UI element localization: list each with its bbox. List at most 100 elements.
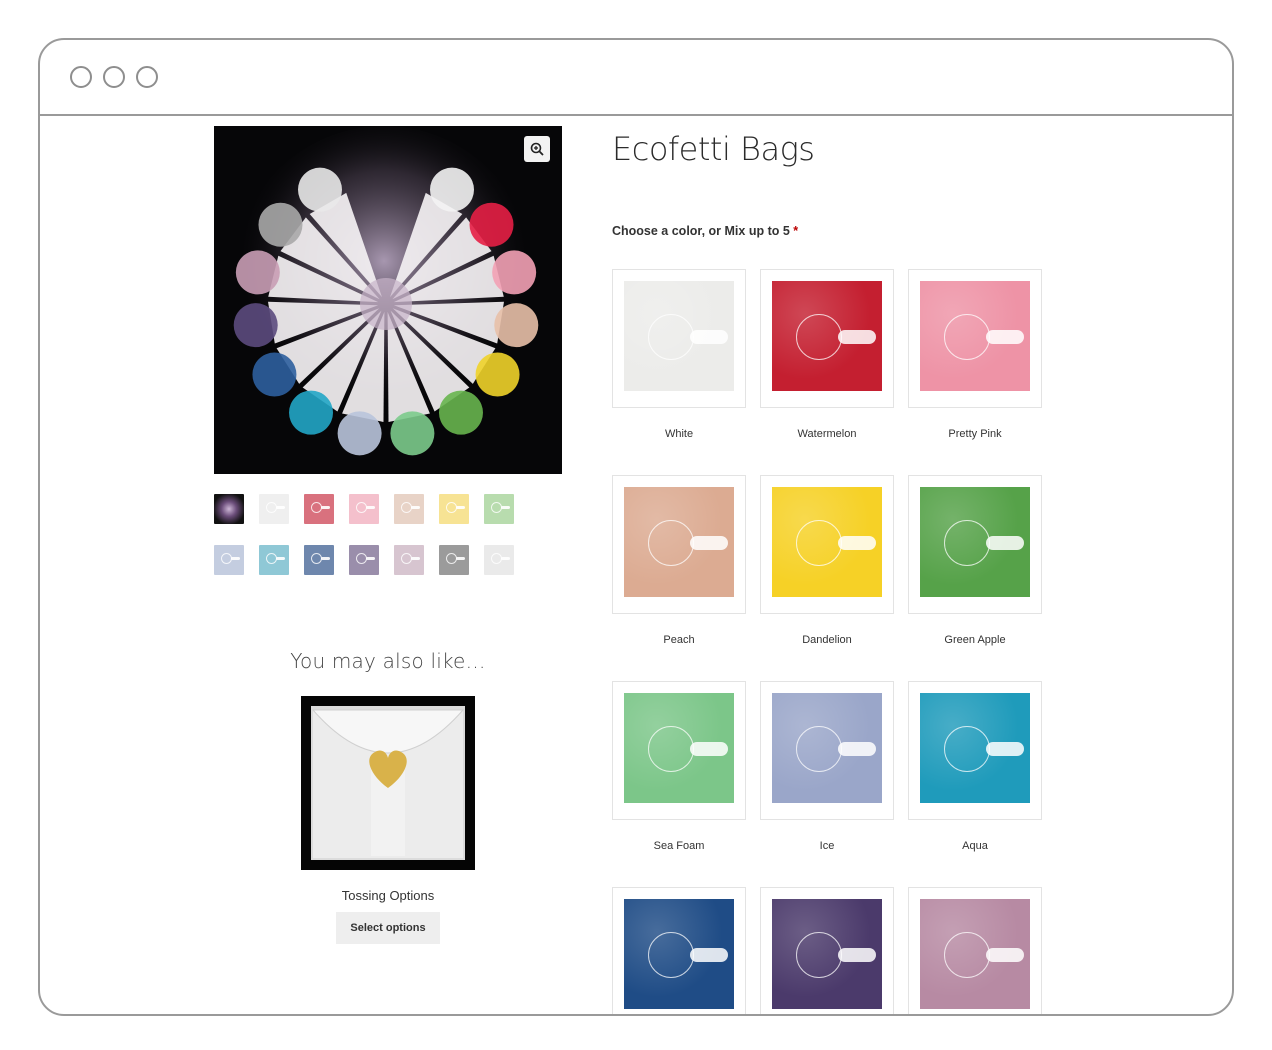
scoop-icon: [648, 726, 694, 772]
swatch-image: [772, 899, 882, 1009]
scoop-handle-icon: [690, 536, 728, 550]
window-close-dot[interactable]: [70, 66, 92, 88]
scoop-handle-icon: [276, 557, 285, 560]
swatch-image: [920, 281, 1030, 391]
gallery-thumbnail-gray[interactable]: [439, 545, 469, 575]
scoop-handle-icon: [838, 536, 876, 550]
scoop-handle-icon: [366, 506, 375, 509]
color-swatch[interactable]: [908, 475, 1042, 614]
color-swatch[interactable]: [760, 887, 894, 1014]
related-product-title[interactable]: Tossing Options: [214, 888, 562, 903]
color-swatch[interactable]: [908, 681, 1042, 820]
scoop-handle-icon: [501, 557, 510, 560]
scoop-handle-icon: [321, 506, 330, 509]
zoom-button[interactable]: [524, 136, 550, 162]
scoop-handle-icon: [986, 742, 1024, 756]
swatch-image: [920, 899, 1030, 1009]
color-swatch[interactable]: [612, 475, 746, 614]
scoop-handle-icon: [321, 557, 330, 560]
scoop-handle-icon: [986, 536, 1024, 550]
color-swatch[interactable]: [908, 269, 1042, 408]
scoop-handle-icon: [456, 557, 465, 560]
page-content: You may also like… Tossing Options Selec…: [40, 116, 1232, 1014]
gallery-thumbnail-navy[interactable]: [304, 545, 334, 575]
window-minimize-dot[interactable]: [103, 66, 125, 88]
required-mark: *: [793, 224, 799, 238]
scoop-handle-icon: [411, 506, 420, 509]
product-title: Ecofetti Bags: [612, 130, 815, 168]
color-swatch[interactable]: [760, 681, 894, 820]
gallery-thumbnail-white[interactable]: [259, 494, 289, 524]
scoop-handle-icon: [276, 506, 285, 509]
gallery-thumbnail-pretty-pink[interactable]: [349, 494, 379, 524]
scoop-handle-icon: [690, 742, 728, 756]
scoop-handle-icon: [411, 557, 420, 560]
swatch-image: [920, 693, 1030, 803]
swatch-image: [624, 281, 734, 391]
color-swatch[interactable]: [612, 681, 746, 820]
scoop-icon: [648, 520, 694, 566]
scoop-icon: [796, 520, 842, 566]
gallery-thumbnail-peach[interactable]: [394, 494, 424, 524]
browser-window: You may also like… Tossing Options Selec…: [38, 38, 1234, 1016]
confetti-cones-image: [214, 126, 562, 474]
swatch-image: [772, 693, 882, 803]
scoop-handle-icon: [501, 506, 510, 509]
swatch-label: Green Apple: [944, 634, 1006, 646]
select-options-button[interactable]: Select options: [336, 912, 440, 944]
gallery-thumbnail-clear[interactable]: [484, 545, 514, 575]
scoop-handle-icon: [986, 948, 1024, 962]
related-product-image[interactable]: [301, 696, 475, 870]
scoop-icon: [944, 932, 990, 978]
color-swatch[interactable]: [908, 887, 1042, 1014]
browser-titlebar: [40, 40, 1232, 116]
scoop-handle-icon: [986, 330, 1024, 344]
swatch-image: [920, 487, 1030, 597]
swatch-label: Ice: [819, 840, 835, 852]
color-swatch[interactable]: [760, 269, 894, 408]
gallery-thumbnail-mauve[interactable]: [394, 545, 424, 575]
swatch-label: Aqua: [962, 840, 988, 852]
scoop-icon: [944, 726, 990, 772]
gallery-thumbnail-green-apple[interactable]: [484, 494, 514, 524]
window-maximize-dot[interactable]: [136, 66, 158, 88]
scoop-handle-icon: [838, 948, 876, 962]
product-main-image[interactable]: [214, 126, 562, 474]
gallery-thumbnail-purple[interactable]: [349, 545, 379, 575]
related-heading: You may also like…: [290, 649, 486, 673]
scoop-handle-icon: [456, 506, 465, 509]
scoop-handle-icon: [838, 742, 876, 756]
scoop-handle-icon: [838, 330, 876, 344]
swatch-label: Peach: [663, 634, 695, 646]
scoop-handle-icon: [690, 330, 728, 344]
scoop-icon: [648, 314, 694, 360]
swatch-image: [624, 899, 734, 1009]
swatch-label: Watermelon: [797, 428, 857, 440]
zoom-in-icon: [530, 142, 544, 156]
scoop-icon: [648, 932, 694, 978]
gallery-thumbnail-ice[interactable]: [214, 545, 244, 575]
swatch-label: White: [664, 428, 694, 440]
color-swatch[interactable]: [760, 475, 894, 614]
gallery-thumbnail-aqua[interactable]: [259, 545, 289, 575]
gallery-thumbnail-mixed[interactable]: [214, 494, 244, 524]
variation-label-text: Choose a color, or Mix up to 5: [612, 224, 790, 238]
swatch-image: [772, 487, 882, 597]
scoop-icon: [944, 314, 990, 360]
color-swatch[interactable]: [612, 269, 746, 408]
scoop-icon: [796, 726, 842, 772]
scoop-handle-icon: [231, 557, 240, 560]
gallery-thumbnail-watermelon[interactable]: [304, 494, 334, 524]
swatch-image: [624, 487, 734, 597]
swatch-label: Dandelion: [802, 634, 852, 646]
variation-label: Choose a color, or Mix up to 5 *: [612, 224, 798, 238]
swatch-label: Pretty Pink: [948, 428, 1002, 440]
scoop-handle-icon: [366, 557, 375, 560]
scoop-handle-icon: [690, 948, 728, 962]
glassine-bag-image: [301, 696, 475, 870]
scoop-icon: [796, 314, 842, 360]
scoop-icon: [796, 932, 842, 978]
gallery-thumbnail-dandelion[interactable]: [439, 494, 469, 524]
color-swatch[interactable]: [612, 887, 746, 1014]
swatch-image: [772, 281, 882, 391]
